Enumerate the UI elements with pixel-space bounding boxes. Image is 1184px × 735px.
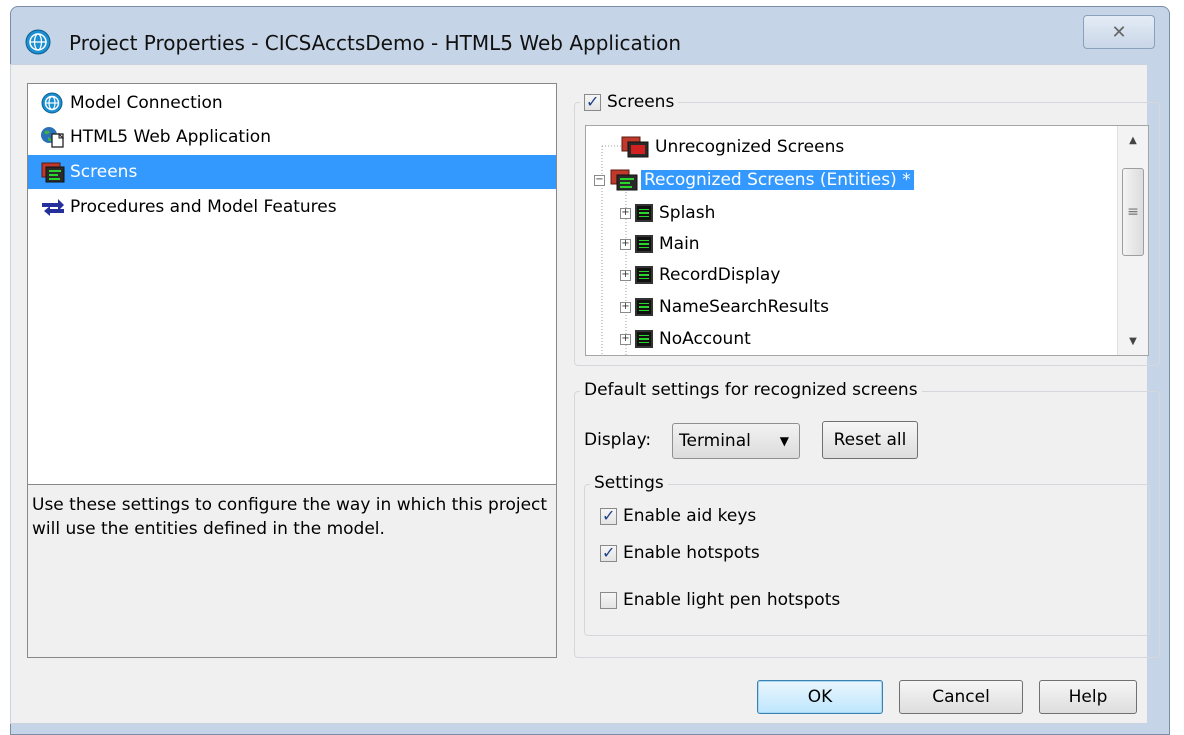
- expand-toggle[interactable]: +: [620, 269, 631, 281]
- tree-node-label: Main: [659, 234, 700, 254]
- globe-icon: [41, 92, 63, 114]
- screens-icon: [41, 162, 65, 183]
- screens-group-label: Screens: [607, 92, 675, 112]
- screens-group-header: Screens: [580, 92, 679, 112]
- tree-node-label: RecordDisplay: [659, 265, 781, 285]
- tree-scrollbar[interactable]: ▲ ≡ ▼: [1117, 126, 1148, 355]
- tree-node-entity[interactable]: + NameSearchResults: [620, 292, 829, 322]
- nav-item-label: Procedures and Model Features: [70, 197, 337, 217]
- arrows-icon: [42, 199, 64, 216]
- screen-entity-icon: [635, 330, 653, 348]
- window-title: Project Properties - CICSAcctsDemo - HTM…: [69, 31, 682, 55]
- title-bar[interactable]: Project Properties - CICSAcctsDemo - HTM…: [11, 7, 1169, 71]
- tree-node-recognized[interactable]: − Recognized Screens (Entities) *: [594, 165, 914, 195]
- scrollbar-thumb[interactable]: ≡: [1122, 168, 1144, 256]
- nav-item-label: HTML5 Web Application: [70, 127, 271, 147]
- settings-group-label: Settings: [590, 473, 668, 493]
- option-label: Enable light pen hotspots: [623, 590, 841, 610]
- scroll-up-arrow-icon[interactable]: ▲: [1118, 126, 1148, 154]
- category-description: Use these settings to configure the way …: [27, 484, 557, 658]
- web-app-icon: [41, 127, 65, 148]
- screens-tree[interactable]: Unrecognized Screens − Recognized Screen…: [585, 125, 1149, 356]
- category-list: Model Connection HTML5 Web Application S…: [27, 83, 557, 485]
- nav-item-label: Screens: [70, 162, 138, 182]
- screen-entity-icon: [635, 235, 653, 253]
- tree-node-label: Recognized Screens (Entities) *: [641, 170, 914, 190]
- recognized-screens-icon: [610, 169, 638, 191]
- tree-node-entity[interactable]: + Splash: [620, 198, 715, 228]
- display-dropdown-value: Terminal: [679, 431, 751, 451]
- enable-light-pen-hotspots-checkbox[interactable]: [600, 591, 617, 609]
- enable-light-pen-hotspots-option[interactable]: Enable light pen hotspots: [600, 590, 840, 610]
- collapse-toggle[interactable]: −: [594, 174, 605, 186]
- help-button[interactable]: Help: [1039, 680, 1137, 714]
- enable-aid-keys-option[interactable]: Enable aid keys: [600, 506, 756, 526]
- expand-toggle[interactable]: +: [620, 333, 631, 345]
- tree-node-entity-partial[interactable]: [642, 352, 666, 355]
- tree-node-unrecognized[interactable]: Unrecognized Screens: [620, 132, 847, 162]
- option-label: Enable hotspots: [623, 543, 760, 563]
- screen-entity-icon: [635, 204, 653, 222]
- reset-all-button[interactable]: Reset all: [822, 421, 918, 459]
- scroll-down-arrow-icon[interactable]: ▼: [1118, 327, 1148, 355]
- default-settings-label: Default settings for recognized screens: [580, 380, 922, 400]
- nav-item-screens[interactable]: Screens: [28, 155, 556, 189]
- screen-entity-icon: [635, 266, 653, 284]
- nav-item-html5-web-application[interactable]: HTML5 Web Application: [28, 120, 556, 154]
- expand-toggle[interactable]: +: [620, 207, 631, 219]
- tree-node-label: Unrecognized Screens: [655, 137, 845, 157]
- display-label: Display:: [584, 430, 652, 450]
- screens-enabled-checkbox[interactable]: [584, 92, 601, 111]
- ok-button[interactable]: OK: [757, 680, 883, 714]
- unrecognized-screens-icon: [621, 136, 649, 158]
- display-dropdown[interactable]: Terminal ▼: [672, 423, 800, 459]
- tree-node-entity[interactable]: + RecordDisplay: [620, 260, 780, 290]
- chevron-down-icon: ▼: [779, 434, 789, 448]
- enable-hotspots-option[interactable]: Enable hotspots: [600, 543, 760, 563]
- tree-node-entity[interactable]: + Main: [620, 229, 700, 259]
- globe-icon: [25, 29, 51, 55]
- expand-toggle[interactable]: +: [620, 238, 631, 250]
- tree-node-label: NameSearchResults: [659, 297, 829, 317]
- nav-item-model-connection[interactable]: Model Connection: [28, 86, 556, 120]
- screen-entity-icon: [635, 298, 653, 316]
- tree-node-entity[interactable]: + NoAccount: [620, 324, 751, 354]
- nav-item-label: Model Connection: [70, 93, 223, 113]
- tree-node-label: Splash: [659, 203, 716, 223]
- option-label: Enable aid keys: [623, 506, 757, 526]
- enable-aid-keys-checkbox[interactable]: [600, 506, 617, 525]
- nav-item-procedures[interactable]: Procedures and Model Features: [28, 190, 556, 224]
- close-button[interactable]: ✕: [1083, 15, 1155, 49]
- tree-node-label: NoAccount: [659, 329, 751, 349]
- cancel-button[interactable]: Cancel: [899, 680, 1023, 714]
- enable-hotspots-checkbox[interactable]: [600, 543, 617, 562]
- expand-toggle[interactable]: +: [620, 301, 631, 313]
